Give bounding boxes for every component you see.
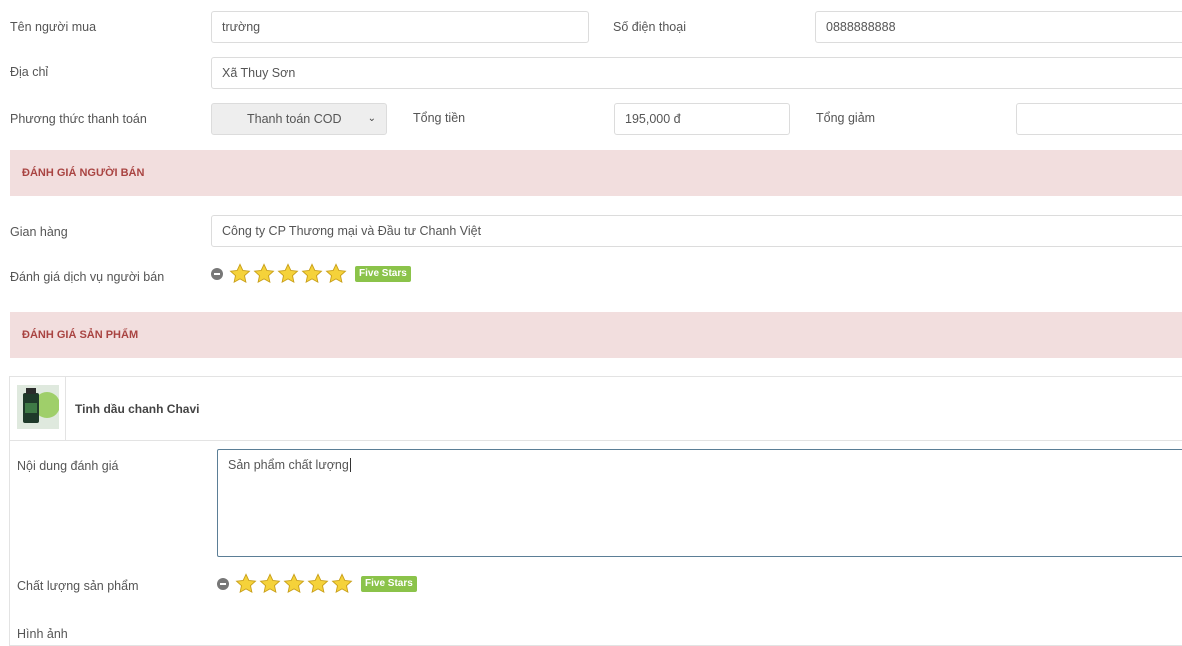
payment-method-value: Thanh toán COD [247,112,342,126]
rating-caption-badge: Five Stars [361,576,417,592]
star-icon[interactable] [235,573,257,595]
discount-input[interactable] [1016,103,1182,135]
star-icon[interactable] [229,263,251,285]
buyer-name-input[interactable]: trường [211,11,589,43]
star-icon[interactable] [259,573,281,595]
star-icon[interactable] [307,573,329,595]
phone-label: Số điện thoại [613,20,686,34]
product-review-card: Tinh dầu chanh Chavi Nội dung đánh giá S… [9,376,1182,646]
images-label: Hình ảnh [17,627,68,641]
star-icon[interactable] [325,263,347,285]
star-icon[interactable] [277,263,299,285]
phone-input[interactable]: 0888888888 [815,11,1182,43]
payment-method-select[interactable]: Thanh toán COD ⌄ [211,103,387,135]
star-icon[interactable] [253,263,275,285]
product-thumbnail-cell [10,377,66,440]
buyer-name-label: Tên người mua [10,20,97,34]
discount-label: Tổng giảm [816,111,876,125]
shop-input[interactable]: Công ty CP Thương mại và Đầu tư Chanh Vi… [211,215,1182,247]
seller-star-rating: Five Stars [211,263,411,285]
divider [10,440,1182,441]
product-review-header: ĐÁNH GIÁ SẢN PHẨM [10,312,1182,358]
product-thumbnail-image [17,385,59,429]
review-content-text: Sản phẩm chất lượng [228,458,349,472]
address-label: Địa chỉ [10,65,49,79]
clear-rating-icon[interactable] [211,268,223,280]
review-content-label: Nội dung đánh giá [17,459,119,473]
chevron-down-icon: ⌄ [367,113,376,124]
clear-rating-icon[interactable] [217,578,229,590]
product-star-rating: Five Stars [217,573,417,595]
product-quality-label: Chất lượng sản phẩm [17,579,139,593]
payment-method-label: Phương thức thanh toán [10,112,147,126]
review-content-textarea[interactable]: Sản phẩm chất lượng ∕ [217,449,1182,557]
rating-caption-badge: Five Stars [355,266,411,282]
shop-label: Gian hàng [10,225,68,239]
address-input[interactable]: Xã Thuy Sơn [211,57,1182,89]
star-icon[interactable] [283,573,305,595]
seller-service-label: Đánh giá dịch vụ người bán [10,270,165,284]
product-name: Tinh dầu chanh Chavi [75,402,200,416]
star-icon[interactable] [331,573,353,595]
total-input[interactable]: 195,000 đ [614,103,790,135]
total-label: Tổng tiền [413,111,466,125]
seller-review-header: ĐÁNH GIÁ NGƯỜI BÁN [10,150,1182,196]
star-icon[interactable] [301,263,323,285]
